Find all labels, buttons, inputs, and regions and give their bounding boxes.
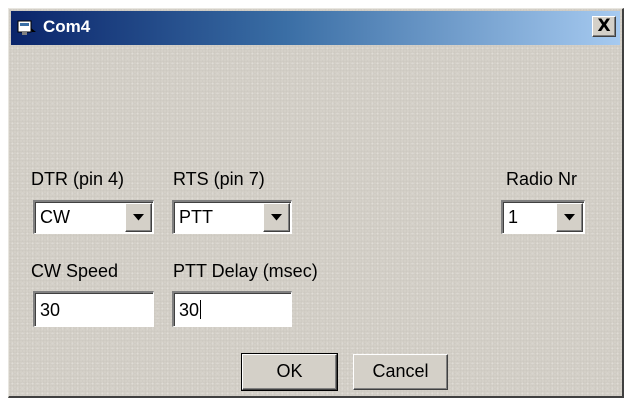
rts-select[interactable]: PTT — [172, 200, 292, 234]
cancel-button[interactable]: Cancel — [353, 354, 448, 390]
ptt-delay-input-value: 30 — [179, 300, 202, 321]
radio-nr-select-value: 1 — [508, 207, 519, 227]
rts-select-value: PTT — [179, 207, 213, 227]
window-title: Com4 — [43, 17, 91, 36]
rts-label: RTS (pin 7) — [173, 169, 265, 189]
chevron-down-icon — [271, 214, 282, 221]
ptt-delay-input[interactable]: 30 — [172, 291, 292, 327]
cw-speed-label: CW Speed — [31, 261, 119, 281]
radio-nr-label: Radio Nr — [506, 169, 578, 189]
dtr-label: DTR (pin 4) — [31, 169, 125, 189]
ptt-delay-text: 30 — [179, 300, 200, 320]
dtr-select[interactable]: CW — [33, 200, 154, 234]
com4-dialog: Com4 X DTR (pin 4) RTS (pin 7) Radio Nr … — [8, 8, 624, 398]
text-caret — [200, 300, 202, 319]
ok-button[interactable]: OK — [241, 353, 338, 391]
rts-dropdown-button[interactable] — [263, 203, 290, 232]
radio-nr-select[interactable]: 1 — [501, 200, 585, 234]
cw-speed-input[interactable]: 30 — [33, 291, 154, 327]
serial-port-icon — [17, 20, 36, 35]
chevron-down-icon — [133, 214, 144, 221]
ptt-delay-label: PTT Delay (msec) — [173, 261, 318, 281]
close-icon: X — [597, 16, 611, 36]
dtr-dropdown-button[interactable] — [125, 203, 152, 232]
cw-speed-input-value: 30 — [40, 300, 61, 320]
dtr-select-value: CW — [40, 207, 70, 227]
title-bar[interactable]: Com4 X — [11, 11, 620, 45]
chevron-down-icon — [564, 214, 575, 221]
radio-nr-dropdown-button[interactable] — [556, 203, 583, 232]
close-button[interactable]: X — [592, 16, 616, 37]
